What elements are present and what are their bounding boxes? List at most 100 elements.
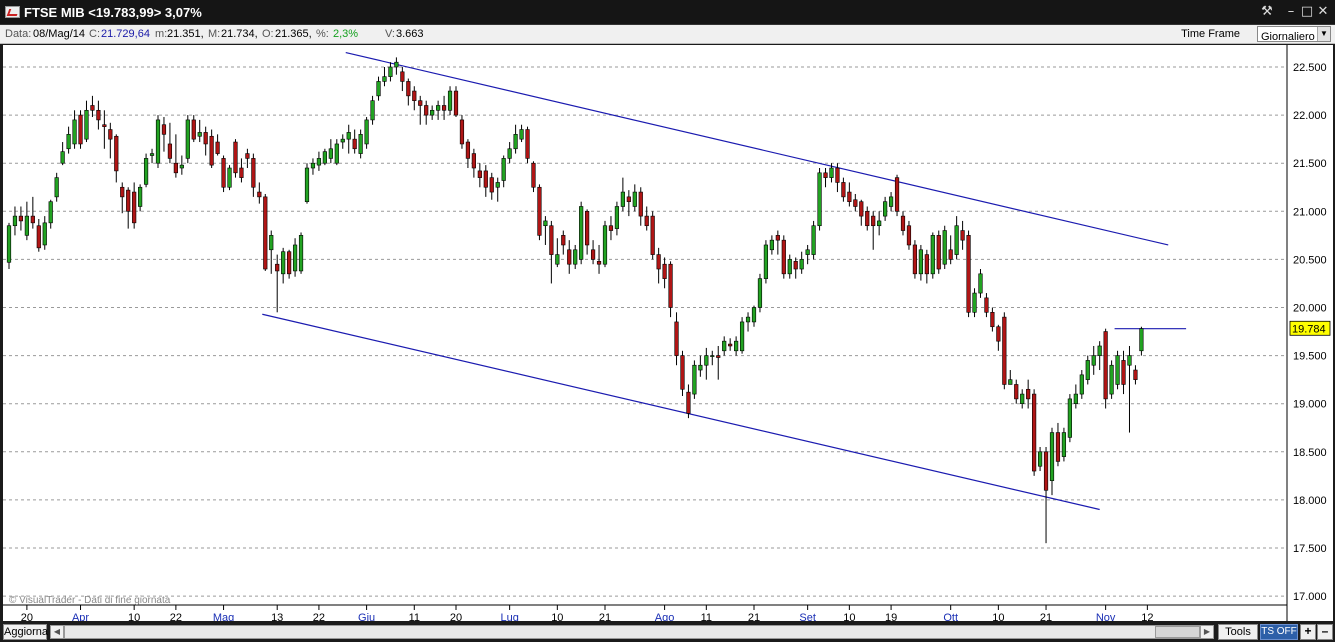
- candlestick-chart[interactable]: 22.500 22.000 21.500 21.000 20.500 20.000 19.5…: [3, 45, 1333, 624]
- candle[interactable]: [728, 338, 733, 351]
- candle[interactable]: [304, 163, 310, 204]
- candle[interactable]: [924, 249, 929, 284]
- candle[interactable]: [48, 199, 53, 229]
- candle[interactable]: [734, 336, 739, 356]
- scrollbar-thumb[interactable]: [1155, 626, 1200, 638]
- candle[interactable]: [18, 206, 24, 231]
- candle[interactable]: [805, 244, 810, 265]
- candle[interactable]: [459, 115, 465, 149]
- candle[interactable]: [912, 240, 918, 279]
- close-button[interactable]: ✕: [1315, 4, 1331, 20]
- candle[interactable]: [24, 201, 29, 241]
- candle[interactable]: [1020, 389, 1025, 409]
- candle[interactable]: [96, 100, 101, 130]
- candle[interactable]: [1055, 422, 1061, 467]
- candle[interactable]: [579, 201, 584, 265]
- candle[interactable]: [1139, 326, 1144, 356]
- candle[interactable]: [1037, 446, 1043, 472]
- candle[interactable]: [1043, 446, 1049, 544]
- maximize-button[interactable]: □: [1299, 4, 1315, 20]
- candle[interactable]: [477, 163, 482, 188]
- candle[interactable]: [942, 225, 947, 270]
- candle[interactable]: [298, 232, 304, 274]
- candle[interactable]: [245, 148, 250, 169]
- candle[interactable]: [918, 244, 923, 281]
- candle[interactable]: [36, 218, 41, 252]
- candle[interactable]: [221, 155, 226, 193]
- candle[interactable]: [436, 100, 441, 120]
- candle[interactable]: [877, 211, 882, 236]
- candle[interactable]: [30, 196, 35, 229]
- candle[interactable]: [561, 230, 566, 255]
- candle[interactable]: [799, 251, 804, 274]
- candle[interactable]: [573, 244, 578, 270]
- candle[interactable]: [1085, 355, 1090, 385]
- candle[interactable]: [936, 230, 941, 274]
- candle[interactable]: [698, 355, 703, 377]
- candle[interactable]: [292, 238, 298, 277]
- candle[interactable]: [90, 95, 95, 118]
- candle[interactable]: [424, 100, 429, 125]
- candle[interactable]: [888, 192, 894, 212]
- candle[interactable]: [793, 257, 798, 279]
- candle[interactable]: [680, 350, 685, 397]
- candle[interactable]: [358, 129, 363, 159]
- candle[interactable]: [322, 148, 327, 166]
- candle[interactable]: [567, 240, 572, 274]
- candle[interactable]: [54, 172, 59, 202]
- candle[interactable]: [161, 117, 167, 152]
- candle[interactable]: [233, 139, 238, 178]
- candle[interactable]: [441, 95, 447, 120]
- candle[interactable]: [281, 247, 286, 284]
- tools-icon[interactable]: ⚒: [1259, 4, 1275, 20]
- candle[interactable]: [507, 142, 512, 164]
- candle[interactable]: [149, 148, 155, 164]
- candle[interactable]: [745, 312, 751, 332]
- candle[interactable]: [1002, 312, 1007, 390]
- candle[interactable]: [251, 153, 256, 197]
- candle[interactable]: [334, 139, 339, 166]
- candle[interactable]: [263, 193, 268, 271]
- candle[interactable]: [60, 142, 65, 166]
- candle[interactable]: [883, 196, 888, 221]
- candle[interactable]: [316, 151, 322, 171]
- candle[interactable]: [352, 129, 357, 154]
- candle[interactable]: [555, 238, 560, 268]
- candle[interactable]: [751, 305, 757, 327]
- candle[interactable]: [257, 182, 262, 204]
- candle[interactable]: [185, 115, 190, 164]
- candle[interactable]: [525, 126, 530, 164]
- candle[interactable]: [191, 115, 196, 143]
- candle[interactable]: [811, 220, 816, 260]
- candle[interactable]: [400, 67, 405, 92]
- candle[interactable]: [894, 174, 900, 217]
- refresh-button[interactable]: Aggiorna: [3, 624, 48, 640]
- candle[interactable]: [1008, 370, 1013, 385]
- zoom-out-button[interactable]: –: [1317, 624, 1333, 640]
- candle[interactable]: [412, 86, 417, 111]
- candle[interactable]: [775, 230, 780, 255]
- candle[interactable]: [626, 190, 631, 217]
- candle[interactable]: [1109, 360, 1114, 399]
- candle[interactable]: [602, 220, 608, 268]
- candle[interactable]: [769, 235, 774, 255]
- candle[interactable]: [66, 126, 71, 154]
- candle[interactable]: [960, 220, 965, 250]
- candle[interactable]: [471, 148, 476, 178]
- candle[interactable]: [418, 95, 423, 125]
- candle[interactable]: [871, 211, 876, 250]
- price-chart[interactable]: 22.500 22.000 21.500 21.000 20.500 20.000 19.5…: [3, 45, 1333, 624]
- candle[interactable]: [1091, 345, 1096, 375]
- candle[interactable]: [275, 254, 280, 313]
- candle[interactable]: [853, 193, 858, 212]
- candle[interactable]: [966, 230, 971, 318]
- candle[interactable]: [638, 187, 643, 226]
- candle[interactable]: [1103, 328, 1108, 409]
- candle[interactable]: [1032, 389, 1037, 476]
- candle[interactable]: [841, 177, 846, 202]
- candle[interactable]: [978, 269, 983, 298]
- candle[interactable]: [847, 182, 852, 207]
- candle[interactable]: [495, 177, 500, 202]
- candle[interactable]: [346, 124, 351, 154]
- candle[interactable]: [763, 240, 769, 284]
